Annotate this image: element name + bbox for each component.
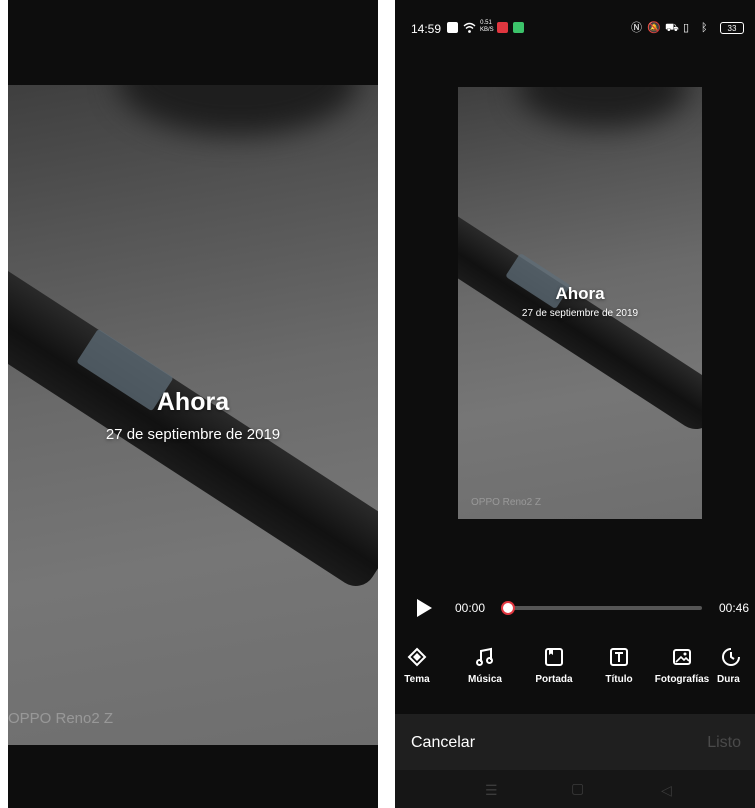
tool-label: Fotografías — [654, 674, 710, 685]
photo-shadow — [118, 85, 358, 135]
app-notification-icon — [497, 22, 508, 37]
nfc-icon: Ⓝ — [631, 22, 642, 34]
duration-icon — [709, 646, 755, 668]
cover-icon — [522, 646, 586, 668]
device-watermark: OPPO Reno2 Z — [8, 710, 114, 727]
preview-title: Ahora — [156, 388, 230, 416]
progress-track[interactable] — [506, 606, 702, 610]
video-preview[interactable]: Ahora 27 de septiembre de 2019 OPPO Reno… — [458, 87, 702, 519]
image-notification-icon — [447, 22, 458, 37]
progress-knob[interactable] — [501, 601, 515, 615]
pen-image — [8, 245, 378, 594]
cancel-button[interactable]: Cancelar — [411, 734, 475, 752]
wifi-icon — [463, 22, 476, 38]
preview-photo: Ahora 27 de septiembre de 2019 OPPO Reno… — [8, 85, 378, 745]
photos-icon — [650, 646, 714, 668]
vibrate-icon: ▯ — [683, 22, 690, 34]
fullscreen-preview-panel: Ahora 27 de septiembre de 2019 OPPO Reno… — [8, 0, 378, 808]
current-time: 00:00 — [455, 601, 486, 615]
tool-titulo[interactable]: Título — [587, 646, 651, 685]
preview-date: 27 de septiembre de 2019 — [521, 308, 639, 319]
title-icon — [587, 646, 651, 668]
battery-icon: 33 — [720, 22, 744, 34]
tool-fotografias[interactable]: Fotografías — [650, 646, 714, 685]
menu-icon[interactable]: ☰ — [485, 782, 498, 799]
tool-label: Dura — [717, 674, 740, 685]
back-icon[interactable]: ◁ — [661, 782, 672, 799]
preview-date: 27 de septiembre de 2019 — [105, 426, 281, 443]
video-editor-panel: 14:59 0.51 KB/S Ⓝ 🔕 ⛟ ▯ ᛒ 33 Ahora 27 de … — [395, 0, 755, 808]
preview-title: Ahora — [555, 284, 605, 303]
total-time: 00:46 — [719, 601, 750, 615]
status-bar: 14:59 0.51 KB/S Ⓝ 🔕 ⛟ ▯ ᛒ 33 — [395, 0, 755, 60]
chat-notification-icon — [513, 22, 524, 37]
tool-label: Tema — [404, 674, 430, 685]
tool-portada[interactable]: Portada — [522, 646, 586, 685]
done-button[interactable]: Listo — [707, 734, 741, 752]
system-nav-bar: ☰ ▢ ◁ — [395, 770, 755, 808]
car-icon: ⛟ — [665, 22, 679, 34]
theme-icon — [395, 646, 449, 668]
home-icon[interactable]: ▢ — [571, 780, 584, 797]
bluetooth-icon: ᛒ — [701, 22, 708, 34]
mute-icon: 🔕 — [647, 22, 661, 34]
tool-tema[interactable]: Tema — [395, 646, 449, 685]
tool-label: Música — [468, 674, 502, 685]
status-time: 14:59 — [411, 22, 442, 36]
play-button[interactable] — [417, 599, 432, 617]
device-watermark: OPPO Reno2 Z — [471, 497, 542, 508]
tool-label: Título — [605, 674, 633, 685]
music-icon — [453, 646, 517, 668]
photo-shadow — [518, 87, 688, 127]
tool-label: Portada — [535, 674, 573, 685]
action-bar: Cancelar Listo — [395, 714, 755, 770]
tool-musica[interactable]: Música — [453, 646, 517, 685]
network-speed: 0.51 KB/S — [480, 20, 494, 33]
tool-duracion[interactable]: Dura — [709, 646, 755, 685]
